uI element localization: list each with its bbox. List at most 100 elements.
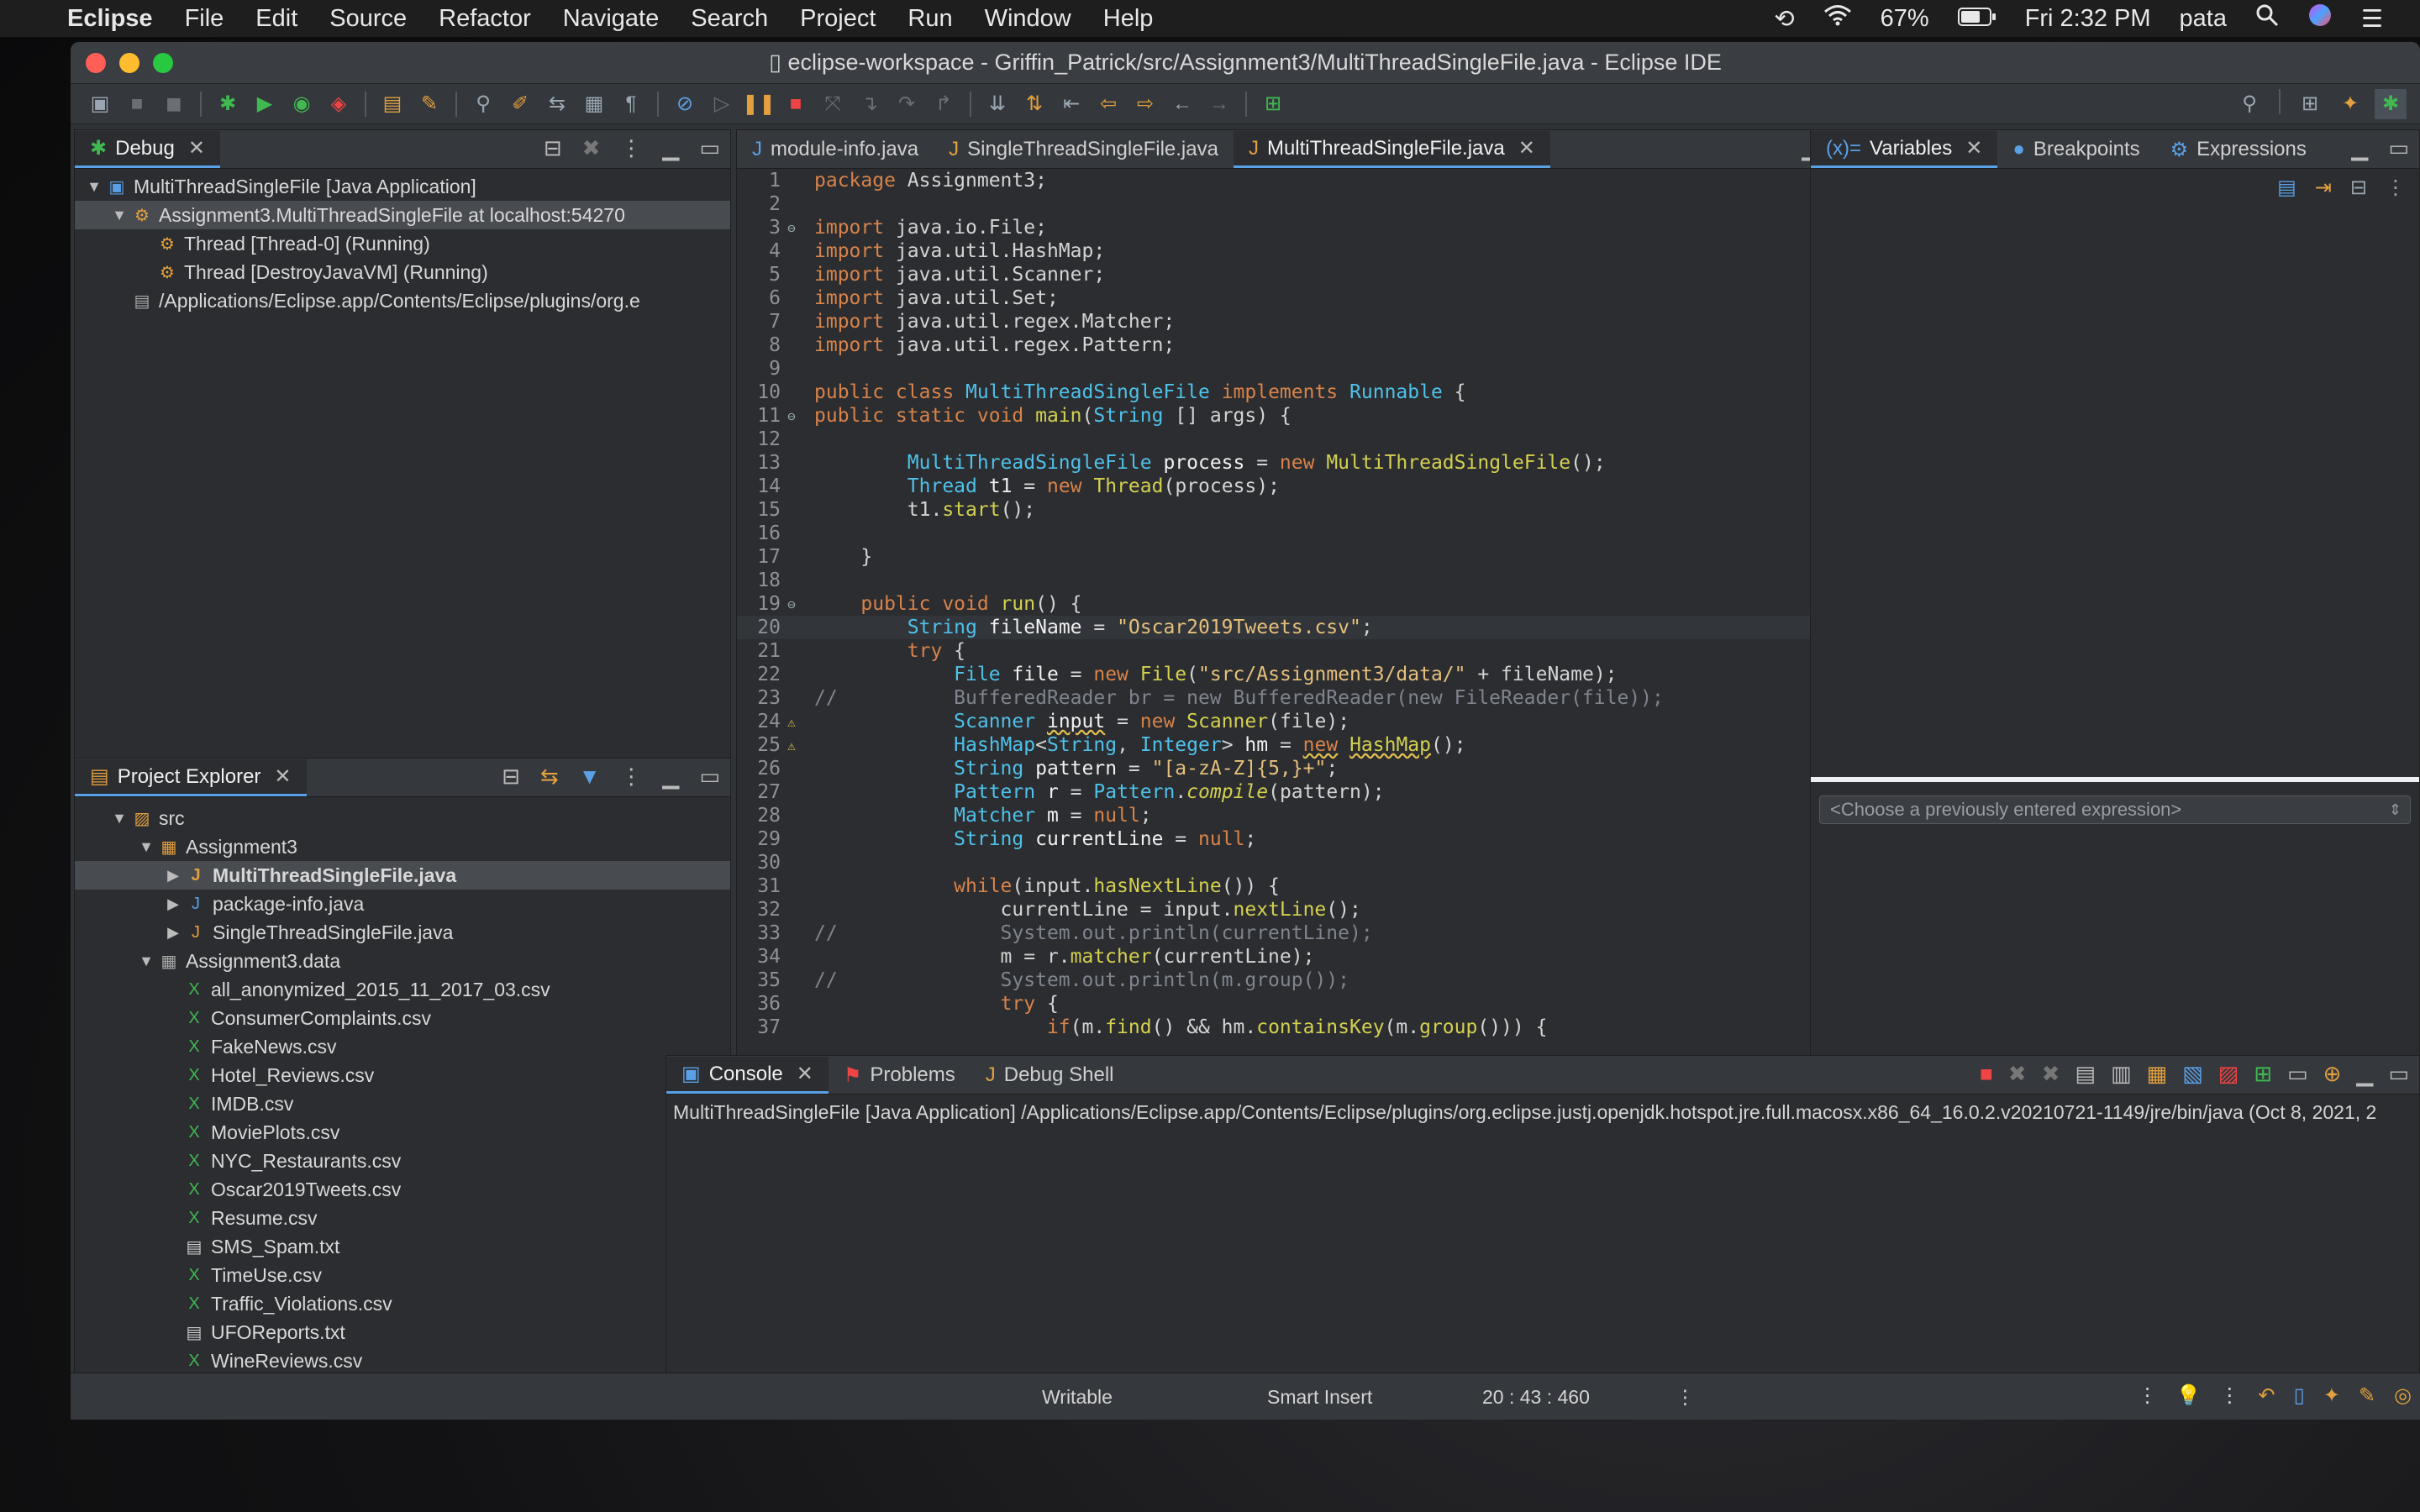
minimize-window-button[interactable] [119,52,139,73]
last-edit-location-icon[interactable]: ⇤ [1055,89,1087,119]
tree-item-file[interactable]: X TimeUse.csv [75,1261,730,1289]
clock[interactable]: Fri 2:32 PM [2025,5,2151,33]
tab-debug[interactable]: ✱ Debug ✕ [75,131,220,168]
pin-console-icon[interactable]: ⊞ [2254,1061,2272,1087]
tree-item-src[interactable]: ▼ ▨ src [75,804,730,832]
code-line[interactable]: 4 import java.util.HashMap; [737,239,1870,263]
java-perspective-icon[interactable]: ✦ [2334,89,2366,119]
minimize-icon[interactable]: ▁ [662,764,679,790]
tree-item-file[interactable]: X Oscar2019Tweets.csv [75,1175,730,1204]
disconnect-icon[interactable]: ⤧ [817,89,849,119]
tree-item-file[interactable]: X Resume.csv [75,1204,730,1232]
tab-console[interactable]: ▣ Console ✕ [666,1057,829,1094]
code-line[interactable]: 31 while(input.hasNextLine()) { [737,874,1870,898]
code-line[interactable]: 5 import java.util.Scanner; [737,263,1870,286]
fold-icon[interactable]: ⊖ [784,596,799,612]
fold-icon[interactable]: ⊖ [784,408,799,424]
tab-project-explorer[interactable]: ▤ Project Explorer ✕ [75,759,307,796]
code-line[interactable]: 16 [737,522,1870,545]
collapse-all-icon[interactable]: ⊟ [544,135,562,161]
tree-item-file[interactable]: Xall_anonymized_2015_11_2017_03.csv [75,975,730,1004]
code-line[interactable]: 3 ⊖ import java.io.File; [737,216,1870,239]
status-cursor-position[interactable]: 20 : 43 : 460 [1482,1386,1590,1409]
show-type-names-icon[interactable]: ▤ [2277,176,2296,200]
terminate-icon[interactable]: ■ [780,89,812,119]
code-line[interactable]: 18 [737,569,1870,592]
expression-select[interactable]: <Choose a previously entered expression>… [1819,795,2411,824]
menu-edit[interactable]: Edit [255,5,297,33]
code-line[interactable]: 24 ⚠ Scanner input = new Scanner(file); [737,710,1870,733]
menu-refactor[interactable]: Refactor [439,5,531,33]
toggle-breadcrumb-icon[interactable]: ⇆ [541,89,573,119]
user-name[interactable]: pata [2180,5,2227,33]
menu-navigate[interactable]: Navigate [563,5,659,33]
code-line[interactable]: 19 ⊖ public void run() { [737,592,1870,616]
show-on-stdout-icon[interactable]: ▧ [2182,1061,2203,1087]
chevron-right-icon[interactable]: ▶ [162,895,184,913]
clear-console-icon[interactable]: ▤ [2075,1061,2096,1087]
code-line[interactable]: 11 ⊖ public static void main(String [] arg… [737,404,1870,428]
code-line[interactable]: 28 Matcher m = null; [737,804,1870,827]
view-menu-icon[interactable]: ⋮ [2138,1383,2158,1408]
code-line[interactable]: 7 import java.util.regex.Matcher; [737,310,1870,333]
code-line[interactable]: 8 import java.util.regex.Pattern; [737,333,1870,357]
menu-search[interactable]: Search [691,5,768,33]
code-line[interactable]: 32 currentLine = input.nextLine(); [737,898,1870,921]
open-type-icon[interactable]: ▤ [376,89,408,119]
chevron-down-icon[interactable]: ▼ [135,838,157,856]
code-line[interactable]: 27 Pattern r = Pattern.compile(pattern); [737,780,1870,804]
code-line[interactable]: 14 Thread t1 = new Thread(process); [737,475,1870,498]
tree-item-file[interactable]: ▶ J SingleThreadSingleFile.java [75,918,730,947]
open-console-icon[interactable]: ⊕ [2323,1061,2342,1087]
menu-run[interactable]: Run [908,5,952,33]
step-into-icon[interactable]: ↴ [854,89,886,119]
tab-variables[interactable]: (x)= Variables ✕ [1811,131,1998,168]
view-menu-icon[interactable]: ⋮ [2386,176,2406,200]
chevron-down-icon[interactable]: ▼ [108,207,130,224]
code-line[interactable]: 12 [737,428,1870,451]
book-icon[interactable]: ▯ [2294,1383,2305,1408]
code-line[interactable]: 36 try { [737,992,1870,1016]
code-line-current[interactable]: 20 String fileName = "Oscar2019Tweets.cs… [737,616,1870,639]
open-perspective-button[interactable]: ⊞ [2294,89,2326,119]
close-icon[interactable]: ✕ [797,1062,813,1086]
tree-item-file[interactable]: X Traffic_Violations.csv [75,1289,730,1318]
resume-icon[interactable]: ▷ [706,89,738,119]
code-line[interactable]: 17 } [737,545,1870,569]
tree-item-file[interactable]: ▤ UFOReports.txt [75,1318,730,1347]
warning-icon[interactable]: ⚠ [784,714,799,730]
remove-all-terminated-icon[interactable]: ✖ [2042,1061,2060,1087]
chevron-down-icon[interactable]: ▼ [108,810,130,827]
variables-tree[interactable] [1811,206,2419,777]
suspend-icon[interactable]: ❚❚ [742,89,776,119]
back-history-icon[interactable]: ← [1166,89,1198,119]
tab-multi-thread[interactable]: J MultiThreadSingleFile.java ✕ [1233,131,1550,168]
save-icon[interactable]: ■ [121,89,153,119]
code-line[interactable]: 1 package Assignment3; [737,169,1870,192]
menu-app-name[interactable]: Eclipse [67,5,153,33]
status-menu-icon[interactable]: ⋮ [1676,1386,1695,1409]
tab-single-thread[interactable]: J SingleThreadSingleFile.java [934,131,1234,168]
filter-icon[interactable]: ▼ [579,764,601,790]
minimize-icon[interactable]: ▁ [2351,135,2368,161]
code-line[interactable]: 30 [737,851,1870,874]
code-line[interactable]: 2 [737,192,1870,216]
debug-perspective-icon[interactable]: ✱ [2375,88,2407,119]
maximize-icon[interactable]: ▭ [2388,135,2409,161]
view-menu-icon[interactable]: ⋮ [620,135,642,161]
whats-new-icon[interactable]: ◎ [2394,1383,2412,1408]
close-icon[interactable]: ✕ [1965,136,1982,160]
process-row[interactable]: ▤ /Applications/Eclipse.app/Contents/Ecl… [75,286,730,315]
tree-item-package[interactable]: ▼ ▦ Assignment3.data [75,947,730,975]
code-line[interactable]: 35// System.out.println(m.group()); [737,969,1870,992]
code-line[interactable]: 26 String pattern = "[a-zA-Z]{5,}+"; [737,757,1870,780]
maximize-icon[interactable]: ▭ [2388,1061,2409,1087]
show-logical-structure-icon[interactable]: ⇥ [2315,176,2332,200]
collapse-all-icon[interactable]: ⊟ [502,764,520,790]
code-line[interactable]: 37 if(m.find() && hm.containsKey(m.group… [737,1016,1870,1039]
thread-row[interactable]: ⚙ Thread [Thread-0] (Running) [75,229,730,258]
siri-icon[interactable] [2307,3,2333,34]
tree-item-file[interactable]: ▶ J MultiThreadSingleFile.java [75,861,730,890]
forward-icon[interactable]: ⇨ [1129,89,1161,119]
undo-icon[interactable]: ↶ [2259,1383,2275,1408]
